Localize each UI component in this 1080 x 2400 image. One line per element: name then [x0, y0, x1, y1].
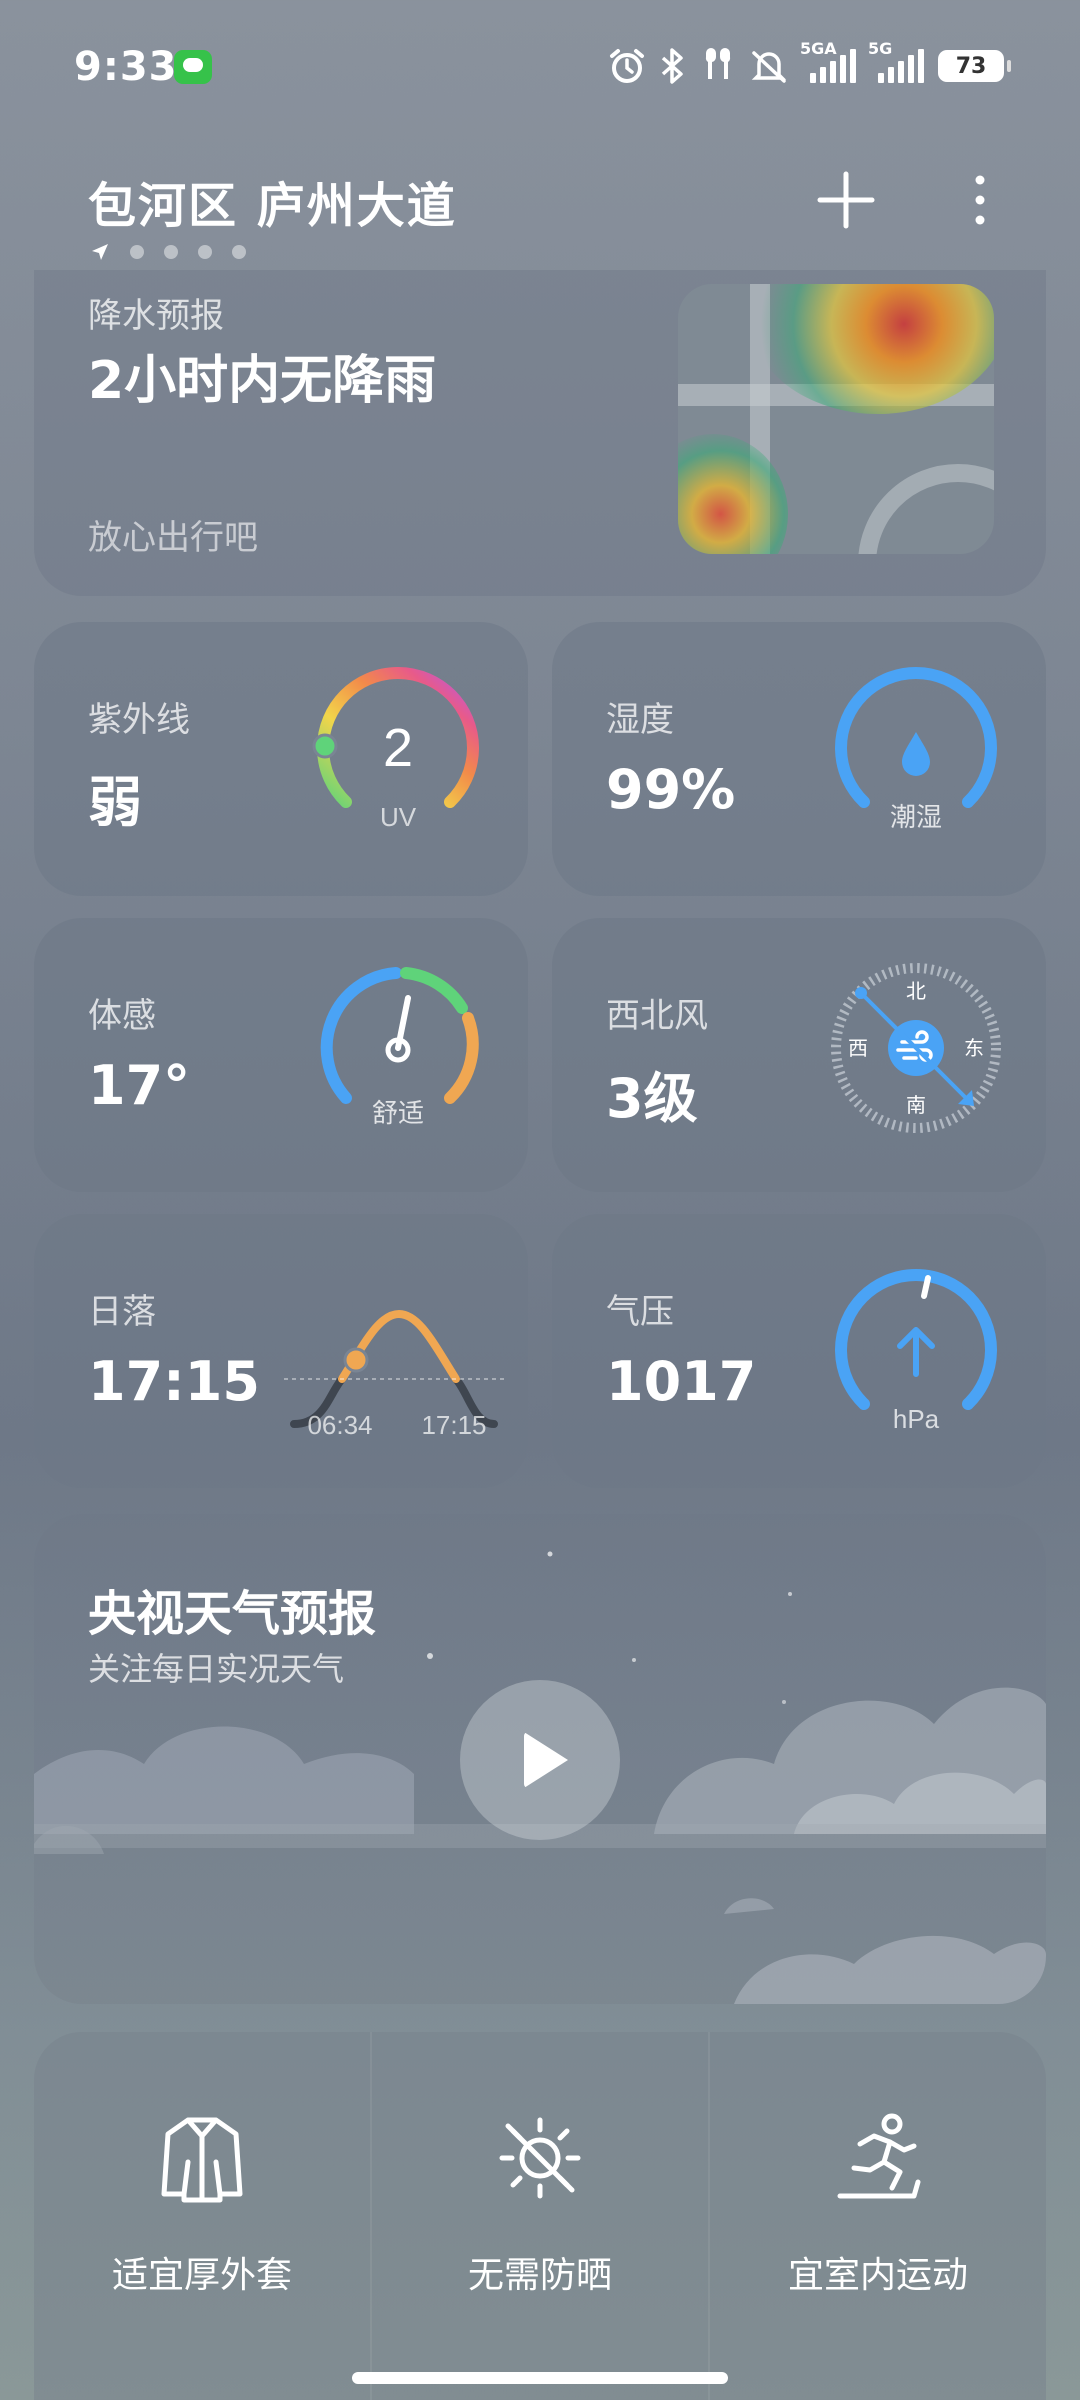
compass-south: 南	[906, 1094, 926, 1117]
wind-compass: 北 南 西 东	[831, 963, 1001, 1133]
more-options-button[interactable]	[960, 170, 1000, 230]
feels-like-gauge: 舒适	[320, 967, 479, 1128]
sunset-time-label: 17:15	[421, 1410, 486, 1440]
compass-east: 东	[964, 1037, 984, 1060]
weather-video-card[interactable]: 央视天气预报 关注每日实况天气	[34, 1514, 1046, 2004]
tip-exercise-label: 宜室内运动	[787, 2255, 968, 2296]
tip-sunscreen-label: 无需防晒	[467, 2255, 612, 2296]
sunset-label: 日落	[88, 1292, 156, 1332]
uv-gauge-value: 2	[383, 718, 413, 778]
feels-like-card[interactable]: 体感 17° 舒适	[34, 918, 528, 1192]
arrow-up-icon	[897, 1327, 935, 1377]
pressure-value: 1017	[606, 1350, 757, 1413]
humidity-gauge: 潮湿	[835, 666, 997, 832]
compass-north: 北	[906, 980, 926, 1003]
sunset-card[interactable]: 日落 17:15 06:34 17:15	[34, 1214, 528, 1488]
water-drop-icon	[902, 732, 930, 776]
message-notification-icon	[174, 50, 212, 84]
tip-coat-label: 适宜厚外套	[111, 2255, 292, 2296]
uv-card[interactable]: 紫外线 弱 2 UV	[34, 622, 528, 896]
sun-position-marker	[343, 1347, 369, 1373]
tip-sunscreen[interactable]: 无需防晒	[372, 2032, 710, 2400]
mute-icon	[750, 44, 788, 88]
humidity-gauge-text: 潮湿	[890, 802, 942, 832]
status-time: 9:33	[74, 44, 178, 90]
sunrise-time-label: 06:34	[307, 1410, 372, 1440]
video-title: 央视天气预报	[88, 1586, 377, 1642]
alarm-icon	[608, 44, 646, 88]
humidity-label: 湿度	[606, 700, 674, 740]
sunset-value: 17:15	[88, 1350, 260, 1413]
uv-gauge-unit: UV	[380, 802, 417, 832]
current-location-icon	[92, 244, 108, 260]
uv-value: 弱	[88, 771, 142, 834]
uv-label: 紫外线	[88, 700, 190, 740]
sun-path-chart: 06:34 17:15	[284, 1309, 504, 1440]
tip-exercise[interactable]: 宜室内运动	[710, 2032, 1046, 2400]
home-indicator[interactable]	[352, 2372, 728, 2384]
location-page-indicator	[90, 242, 246, 262]
feels-like-value: 17°	[88, 1054, 191, 1117]
header: 包河区 庐州大道	[0, 150, 1080, 270]
wind-direction-label: 西北风	[606, 996, 708, 1036]
page-dot	[164, 245, 178, 259]
location-title[interactable]: 包河区 庐州大道	[88, 166, 457, 236]
feels-like-label: 体感	[88, 996, 156, 1036]
humidity-card[interactable]: 湿度 99% 潮湿	[552, 622, 1046, 896]
page-dot	[198, 245, 212, 259]
signal-5g-icon: 5G	[868, 39, 924, 88]
signal-5ga-icon: 5GA	[800, 39, 856, 88]
battery-indicator: 73	[938, 50, 1011, 82]
wind-card[interactable]: 西北风 3级 北 南 西 东	[552, 918, 1046, 1192]
precipitation-main: 2小时内无降雨	[88, 351, 437, 411]
lifestyle-tips-card: 适宜厚外套 无需防晒 宜室内运动	[34, 2032, 1046, 2400]
earbuds-icon	[700, 44, 736, 88]
pressure-label: 气压	[606, 1292, 674, 1332]
uv-gauge: 2 UV	[312, 666, 479, 832]
add-city-button[interactable]	[816, 170, 876, 230]
play-button[interactable]	[460, 1680, 620, 1840]
precipitation-title: 降水预报	[88, 296, 224, 336]
pressure-unit: hPa	[893, 1404, 940, 1434]
pressure-card[interactable]: 气压 1017 hPa	[552, 1214, 1046, 1488]
wind-level-value: 3级	[606, 1067, 698, 1130]
status-icons: 5GA 5G 73	[608, 39, 1011, 88]
precipitation-radar-map[interactable]	[678, 284, 994, 554]
page-dot	[130, 245, 144, 259]
precipitation-card[interactable]: 降水预报 2小时内无降雨 放心出行吧	[34, 270, 1046, 596]
humidity-value: 99%	[606, 758, 736, 821]
page-dot	[232, 245, 246, 259]
video-subtitle: 关注每日实况天气	[88, 1650, 345, 1688]
precipitation-subtitle: 放心出行吧	[88, 518, 258, 558]
no-sunscreen-icon	[499, 2117, 581, 2199]
status-bar: 9:33 5GA 5G 73	[0, 0, 1080, 130]
feels-like-gauge-text: 舒适	[372, 1098, 424, 1128]
indoor-exercise-icon	[837, 2113, 921, 2199]
tip-coat[interactable]: 适宜厚外套	[34, 2032, 372, 2400]
compass-west: 西	[848, 1038, 868, 1060]
pressure-gauge: hPa	[835, 1268, 997, 1434]
bluetooth-icon	[660, 44, 686, 88]
coat-icon	[161, 2117, 243, 2203]
